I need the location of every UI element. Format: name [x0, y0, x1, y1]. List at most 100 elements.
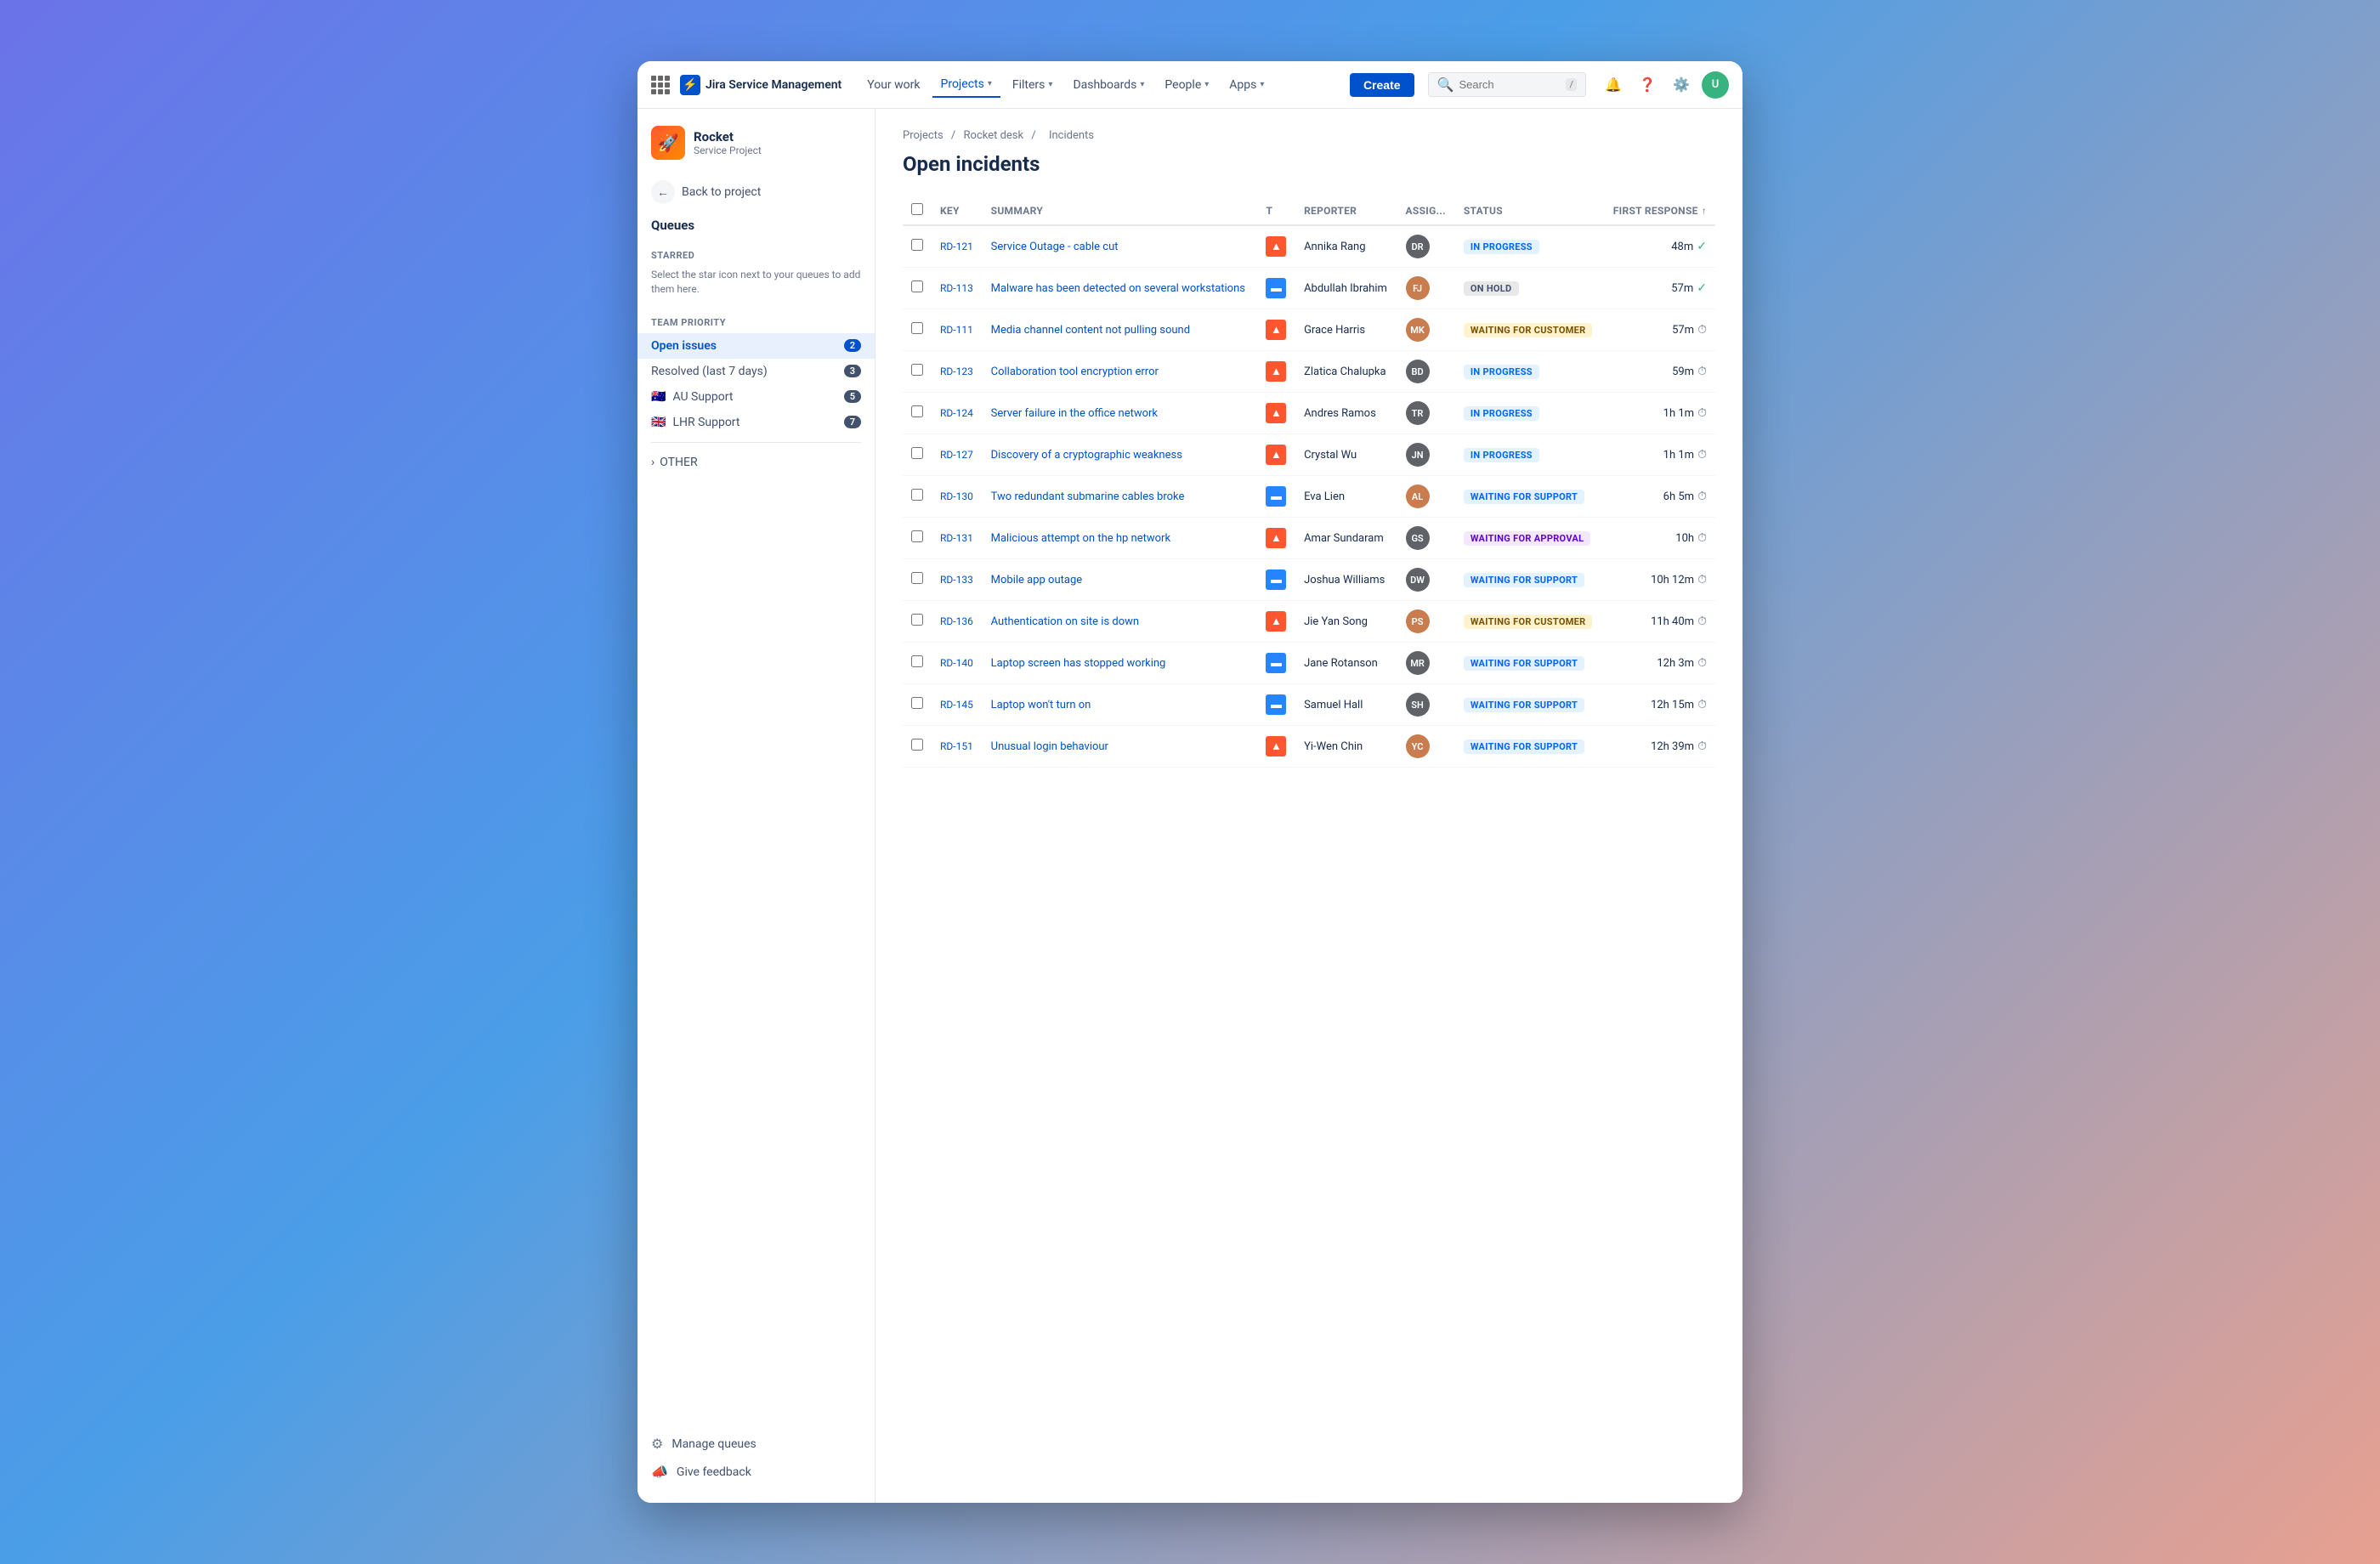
row-checkbox-cell[interactable] [903, 393, 932, 434]
help-button[interactable]: ❓ [1634, 71, 1661, 99]
key-link[interactable]: RD-111 [940, 324, 973, 336]
row-type: ▬ [1257, 643, 1295, 684]
row-checkbox[interactable] [911, 364, 923, 376]
sidebar-other-toggle[interactable]: › OTHER [638, 450, 875, 475]
summary-link[interactable]: Laptop screen has stopped working [991, 657, 1166, 670]
row-assignee: JN [1397, 434, 1455, 476]
nav-projects[interactable]: Projects ▾ [932, 72, 1000, 98]
select-all-checkbox[interactable] [911, 203, 923, 215]
summary-link[interactable]: Server failure in the office network [991, 407, 1158, 420]
status-badge: WAITING FOR APPROVAL [1464, 531, 1590, 546]
key-link[interactable]: RD-136 [940, 615, 973, 627]
key-link[interactable]: RD-121 [940, 241, 973, 252]
row-checkbox[interactable] [911, 405, 923, 417]
th-key: Key [932, 196, 983, 225]
sidebar-item-lhr-support[interactable]: 🇬🇧 LHR Support 7 [638, 410, 875, 435]
breadcrumb-rocket-desk[interactable]: Rocket desk [964, 129, 1024, 142]
time-clock-icon: ⏱ [1697, 490, 1707, 503]
assignee-avatar: BD [1406, 360, 1430, 383]
breadcrumb: Projects / Rocket desk / Incidents [903, 129, 1715, 142]
search-input[interactable] [1459, 78, 1561, 91]
summary-link[interactable]: Media channel content not pulling sound [991, 324, 1190, 337]
key-link[interactable]: RD-133 [940, 574, 973, 586]
row-checkbox-cell[interactable] [903, 309, 932, 351]
row-time: 12h 3m ⏱ [1603, 643, 1715, 684]
time-clock-icon: ⏱ [1697, 740, 1707, 753]
key-link[interactable]: RD-151 [940, 740, 973, 752]
th-select-all[interactable] [903, 196, 932, 225]
row-checkbox[interactable] [911, 655, 923, 667]
key-link[interactable]: RD-123 [940, 366, 973, 377]
manage-queues-button[interactable]: ⚙ Manage queues [638, 1430, 875, 1458]
row-checkbox-cell[interactable] [903, 726, 932, 768]
back-to-project-button[interactable]: ← Back to project [638, 173, 875, 211]
key-link[interactable]: RD-130 [940, 490, 973, 502]
key-link[interactable]: RD-127 [940, 449, 973, 461]
table-row: RD-124 Server failure in the office netw… [903, 393, 1715, 434]
summary-link[interactable]: Malicious attempt on the hp network [991, 532, 1170, 545]
notifications-button[interactable]: 🔔 [1600, 71, 1627, 99]
row-checkbox-cell[interactable] [903, 225, 932, 268]
summary-link[interactable]: Collaboration tool encryption error [991, 366, 1159, 378]
row-checkbox[interactable] [911, 530, 923, 542]
row-checkbox[interactable] [911, 322, 923, 334]
settings-button[interactable]: ⚙️ [1668, 71, 1695, 99]
row-checkbox[interactable] [911, 572, 923, 584]
row-checkbox[interactable] [911, 614, 923, 626]
sidebar-item-resolved[interactable]: Resolved (last 7 days) 3 [638, 359, 875, 384]
summary-link[interactable]: Unusual login behaviour [991, 740, 1108, 753]
row-checkbox[interactable] [911, 239, 923, 251]
summary-link[interactable]: Mobile app outage [991, 574, 1083, 586]
summary-link[interactable]: Malware has been detected on several wor… [991, 282, 1245, 295]
summary-link[interactable]: Two redundant submarine cables broke [991, 490, 1185, 503]
search-box[interactable]: 🔍 / [1428, 72, 1586, 97]
nav-filters[interactable]: Filters ▾ [1004, 73, 1062, 97]
key-link[interactable]: RD-124 [940, 407, 973, 419]
key-link[interactable]: RD-131 [940, 532, 973, 544]
th-first-response[interactable]: First response ↑ [1603, 196, 1715, 225]
row-checkbox[interactable] [911, 489, 923, 501]
table-row: RD-133 Mobile app outage ▬ Joshua Willia… [903, 559, 1715, 601]
row-checkbox-cell[interactable] [903, 351, 932, 393]
nav-your-work[interactable]: Your work [858, 73, 928, 97]
row-checkbox-cell[interactable] [903, 434, 932, 476]
key-link[interactable]: RD-113 [940, 282, 973, 294]
row-checkbox-cell[interactable] [903, 643, 932, 684]
grid-menu-icon[interactable] [651, 76, 670, 94]
row-time: 57m ⏱ [1603, 309, 1715, 351]
nav-people[interactable]: People ▾ [1156, 73, 1217, 97]
time-value: 10h 12m [1651, 574, 1694, 586]
row-checkbox-cell[interactable] [903, 684, 932, 726]
summary-link[interactable]: Authentication on site is down [991, 615, 1139, 628]
key-link[interactable]: RD-145 [940, 699, 973, 711]
row-time: 12h 39m ⏱ [1603, 726, 1715, 768]
nav-dashboards[interactable]: Dashboards ▾ [1064, 73, 1153, 97]
row-checkbox[interactable] [911, 739, 923, 751]
row-key: RD-131 [932, 518, 983, 559]
create-button[interactable]: Create [1350, 73, 1414, 97]
row-checkbox[interactable] [911, 697, 923, 709]
sidebar-item-open-issues[interactable]: Open issues 2 [638, 333, 875, 359]
row-checkbox[interactable] [911, 447, 923, 459]
key-link[interactable]: RD-140 [940, 657, 973, 669]
row-checkbox-cell[interactable] [903, 559, 932, 601]
status-badge: ON HOLD [1464, 281, 1519, 296]
logo-area[interactable]: ⚡ Jira Service Management [680, 75, 842, 95]
summary-link[interactable]: Discovery of a cryptographic weakness [991, 449, 1182, 462]
nav-apps[interactable]: Apps ▾ [1221, 73, 1272, 97]
give-feedback-button[interactable]: 📣 Give feedback [638, 1458, 875, 1486]
row-checkbox-cell[interactable] [903, 476, 932, 518]
summary-link[interactable]: Laptop won't turn on [991, 699, 1091, 711]
row-checkbox[interactable] [911, 280, 923, 292]
breadcrumb-projects[interactable]: Projects [903, 129, 944, 142]
row-status: WAITING FOR CUSTOMER [1455, 309, 1603, 351]
row-checkbox-cell[interactable] [903, 518, 932, 559]
apps-chevron: ▾ [1260, 80, 1264, 89]
time-check-icon: ✓ [1697, 281, 1707, 295]
row-checkbox-cell[interactable] [903, 268, 932, 309]
user-avatar[interactable]: U [1702, 71, 1729, 99]
row-checkbox-cell[interactable] [903, 601, 932, 643]
summary-link[interactable]: Service Outage - cable cut [991, 241, 1119, 253]
status-badge: WAITING FOR SUPPORT [1464, 740, 1584, 754]
sidebar-item-au-support[interactable]: 🇦🇺 AU Support 5 [638, 384, 875, 410]
